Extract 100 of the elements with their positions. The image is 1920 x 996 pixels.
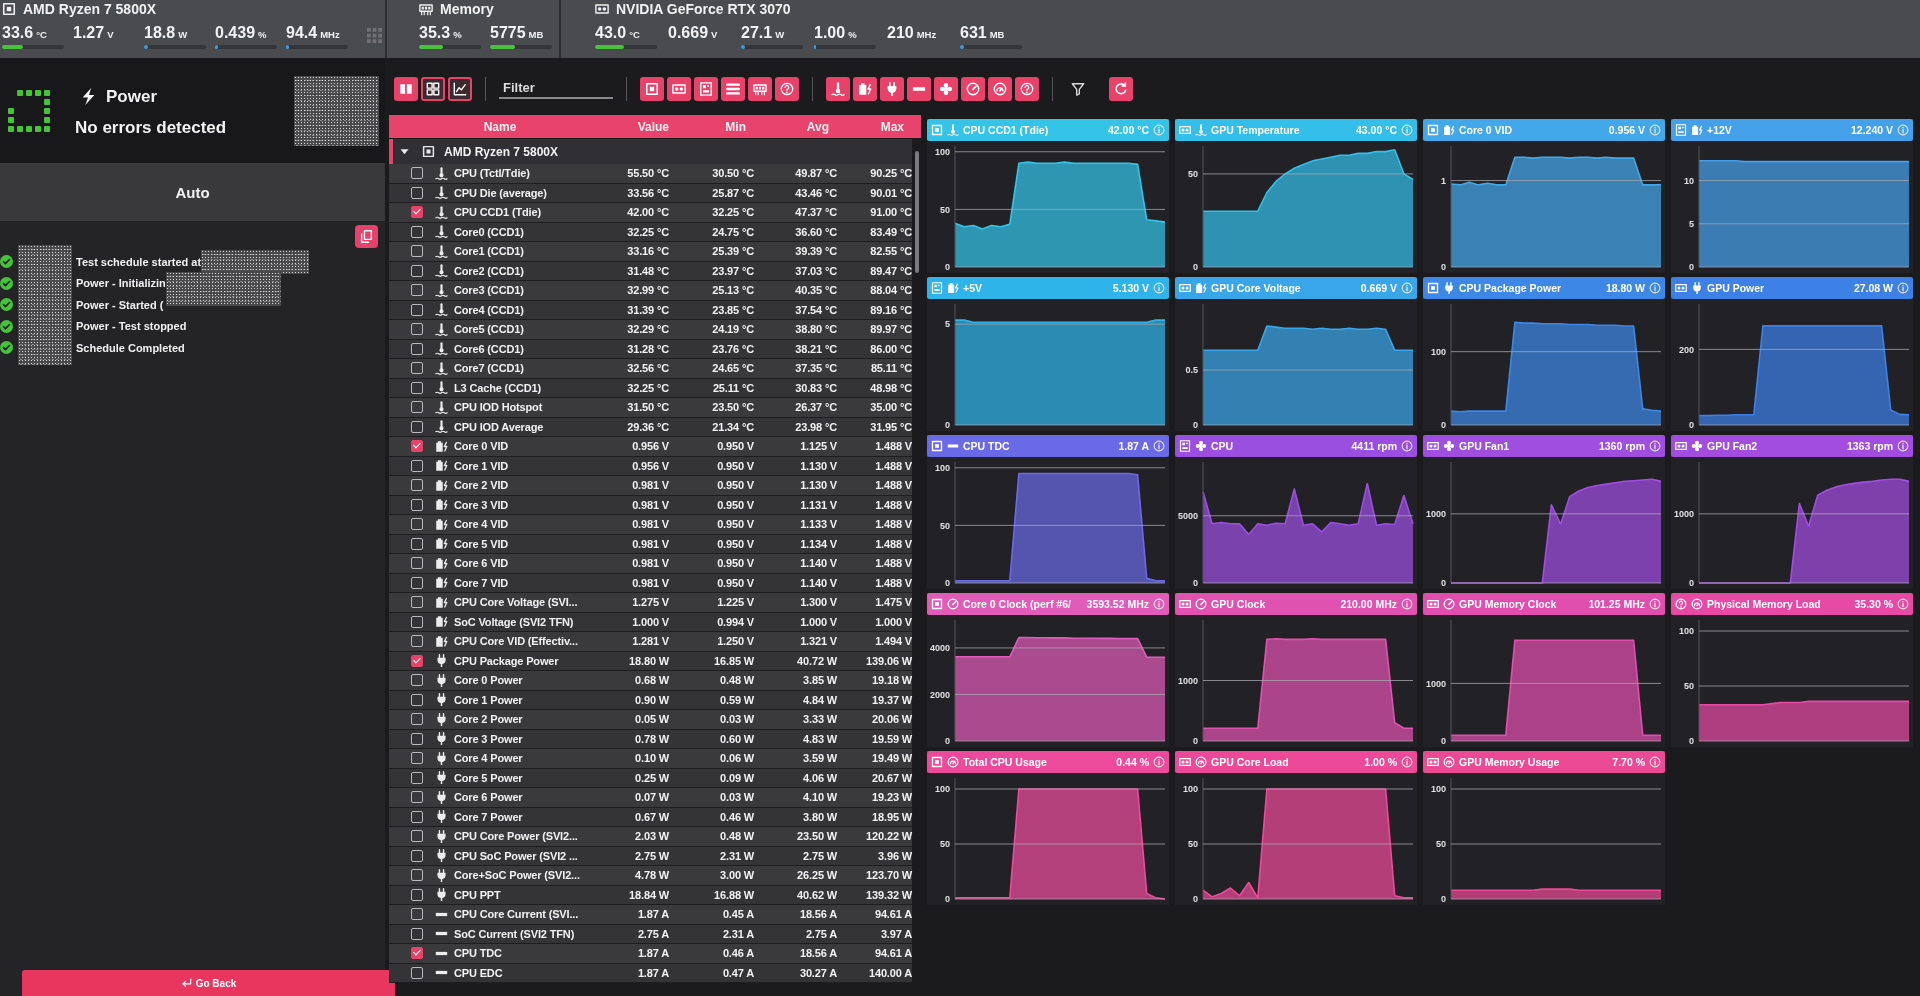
- device-filter-button[interactable]: [748, 77, 772, 101]
- checkbox[interactable]: [411, 966, 423, 979]
- checkbox[interactable]: [411, 810, 423, 823]
- column-header[interactable]: Min: [669, 119, 754, 134]
- info-icon[interactable]: [1649, 756, 1661, 768]
- sensor-filter-button[interactable]: [853, 77, 877, 101]
- view-button[interactable]: [421, 77, 445, 101]
- column-header[interactable]: Value: [611, 119, 669, 134]
- info-icon[interactable]: [1897, 440, 1909, 452]
- table-cell-text: 2.75 W: [802, 849, 837, 862]
- device-filter-button[interactable]: [721, 77, 745, 101]
- scrollbar-thumb[interactable]: [914, 151, 919, 273]
- checkbox[interactable]: [411, 927, 423, 940]
- info-icon[interactable]: [1897, 282, 1909, 294]
- checkbox[interactable]: [411, 752, 423, 765]
- sensor-filter-button[interactable]: [826, 77, 850, 101]
- checkbox[interactable]: [411, 245, 423, 258]
- checkbox[interactable]: [411, 615, 423, 628]
- checkbox[interactable]: [411, 596, 423, 609]
- checkbox[interactable]: [411, 830, 423, 843]
- battery-icon: [435, 517, 448, 531]
- column-header[interactable]: Max: [837, 119, 912, 134]
- checkbox[interactable]: [411, 225, 423, 238]
- axis-label: 2000: [929, 689, 950, 700]
- info-icon[interactable]: [1649, 598, 1661, 610]
- sensor-filter-button[interactable]: [934, 77, 958, 101]
- checkbox[interactable]: [411, 849, 423, 862]
- mode-button[interactable]: Auto: [0, 163, 385, 221]
- device-filter-button[interactable]: [667, 77, 691, 101]
- checkbox[interactable]: [411, 459, 423, 472]
- reading-unit: °C: [36, 29, 47, 40]
- go-back-button[interactable]: Go Back: [22, 970, 395, 996]
- checkbox[interactable]: [411, 576, 423, 589]
- checkbox[interactable]: [411, 342, 423, 355]
- table-cell-text: 0.06 W: [719, 752, 754, 765]
- checkbox[interactable]: [411, 908, 423, 921]
- copy-button[interactable]: [355, 225, 378, 248]
- table-cell-text: 0.45 A: [721, 908, 754, 921]
- info-icon[interactable]: [1153, 598, 1165, 610]
- checkbox[interactable]: [411, 401, 423, 414]
- info-icon[interactable]: [1401, 598, 1413, 610]
- thermometer-icon: [435, 244, 448, 258]
- sensor-filter-button[interactable]: [988, 77, 1012, 101]
- checkbox[interactable]: [411, 323, 423, 336]
- column-header[interactable]: Name: [389, 119, 611, 134]
- checkbox[interactable]: [411, 557, 423, 570]
- checkbox[interactable]: [411, 537, 423, 550]
- table-cell-text: 0.950 V: [716, 479, 754, 492]
- checkbox[interactable]: [411, 888, 423, 901]
- checkbox[interactable]: [411, 771, 423, 784]
- checkbox[interactable]: [411, 674, 423, 687]
- sensor-filter-button[interactable]: [961, 77, 985, 101]
- info-icon[interactable]: [1649, 282, 1661, 294]
- checkbox[interactable]: [411, 635, 423, 648]
- checkbox[interactable]: [411, 303, 423, 316]
- info-icon[interactable]: [1649, 440, 1661, 452]
- sensor-name: Core 0 Clock (perf #6/: [963, 598, 1071, 610]
- table-cell-text: 19.49 W: [871, 752, 912, 765]
- checkbox[interactable]: [411, 381, 423, 394]
- checkbox[interactable]: [411, 713, 423, 726]
- sensor-filter-button[interactable]: [880, 77, 904, 101]
- checkbox[interactable]: [411, 420, 423, 433]
- info-icon[interactable]: [1897, 598, 1909, 610]
- info-icon[interactable]: [1153, 440, 1165, 452]
- checkbox[interactable]: [411, 264, 423, 277]
- sensor-filter-button[interactable]: [907, 77, 931, 101]
- checkbox[interactable]: [411, 947, 423, 960]
- caret-down-icon[interactable]: [400, 147, 409, 156]
- device-filter-button[interactable]: [640, 77, 664, 101]
- checkbox[interactable]: [411, 791, 423, 804]
- reset-button[interactable]: [1109, 77, 1133, 101]
- checkbox[interactable]: [411, 440, 423, 453]
- checkbox[interactable]: [411, 167, 423, 180]
- checkbox[interactable]: [411, 518, 423, 531]
- dots-grid-icon[interactable]: [367, 28, 382, 43]
- checkbox[interactable]: [411, 498, 423, 511]
- checkbox[interactable]: [411, 693, 423, 706]
- reading-value: 35.3: [419, 24, 451, 42]
- checkbox[interactable]: [411, 654, 423, 667]
- axis-label: 1000: [1425, 509, 1446, 520]
- table-cell-text: 4.83 W: [802, 732, 837, 745]
- column-header[interactable]: Avg: [754, 119, 837, 134]
- checkbox[interactable]: [411, 732, 423, 745]
- checkbox[interactable]: [411, 206, 423, 219]
- device-filter-button[interactable]: [694, 77, 718, 101]
- filter-field[interactable]: Filter: [499, 77, 613, 99]
- checkbox[interactable]: [411, 186, 423, 199]
- checkbox[interactable]: [411, 869, 423, 882]
- sensor-filter-button[interactable]: [1015, 77, 1039, 101]
- view-button[interactable]: [448, 77, 472, 101]
- info-icon[interactable]: [1401, 440, 1413, 452]
- group-row[interactable]: AMD Ryzen 7 5800X: [389, 139, 912, 164]
- checkbox[interactable]: [411, 479, 423, 492]
- table-cell-text: 0.09 W: [719, 771, 754, 784]
- info-icon[interactable]: [1153, 756, 1165, 768]
- table-cell-text: 0.07 W: [634, 791, 669, 804]
- checkbox[interactable]: [411, 362, 423, 375]
- info-icon[interactable]: [1401, 756, 1413, 768]
- device-filter-button[interactable]: [775, 77, 799, 101]
- checkbox[interactable]: [411, 284, 423, 297]
